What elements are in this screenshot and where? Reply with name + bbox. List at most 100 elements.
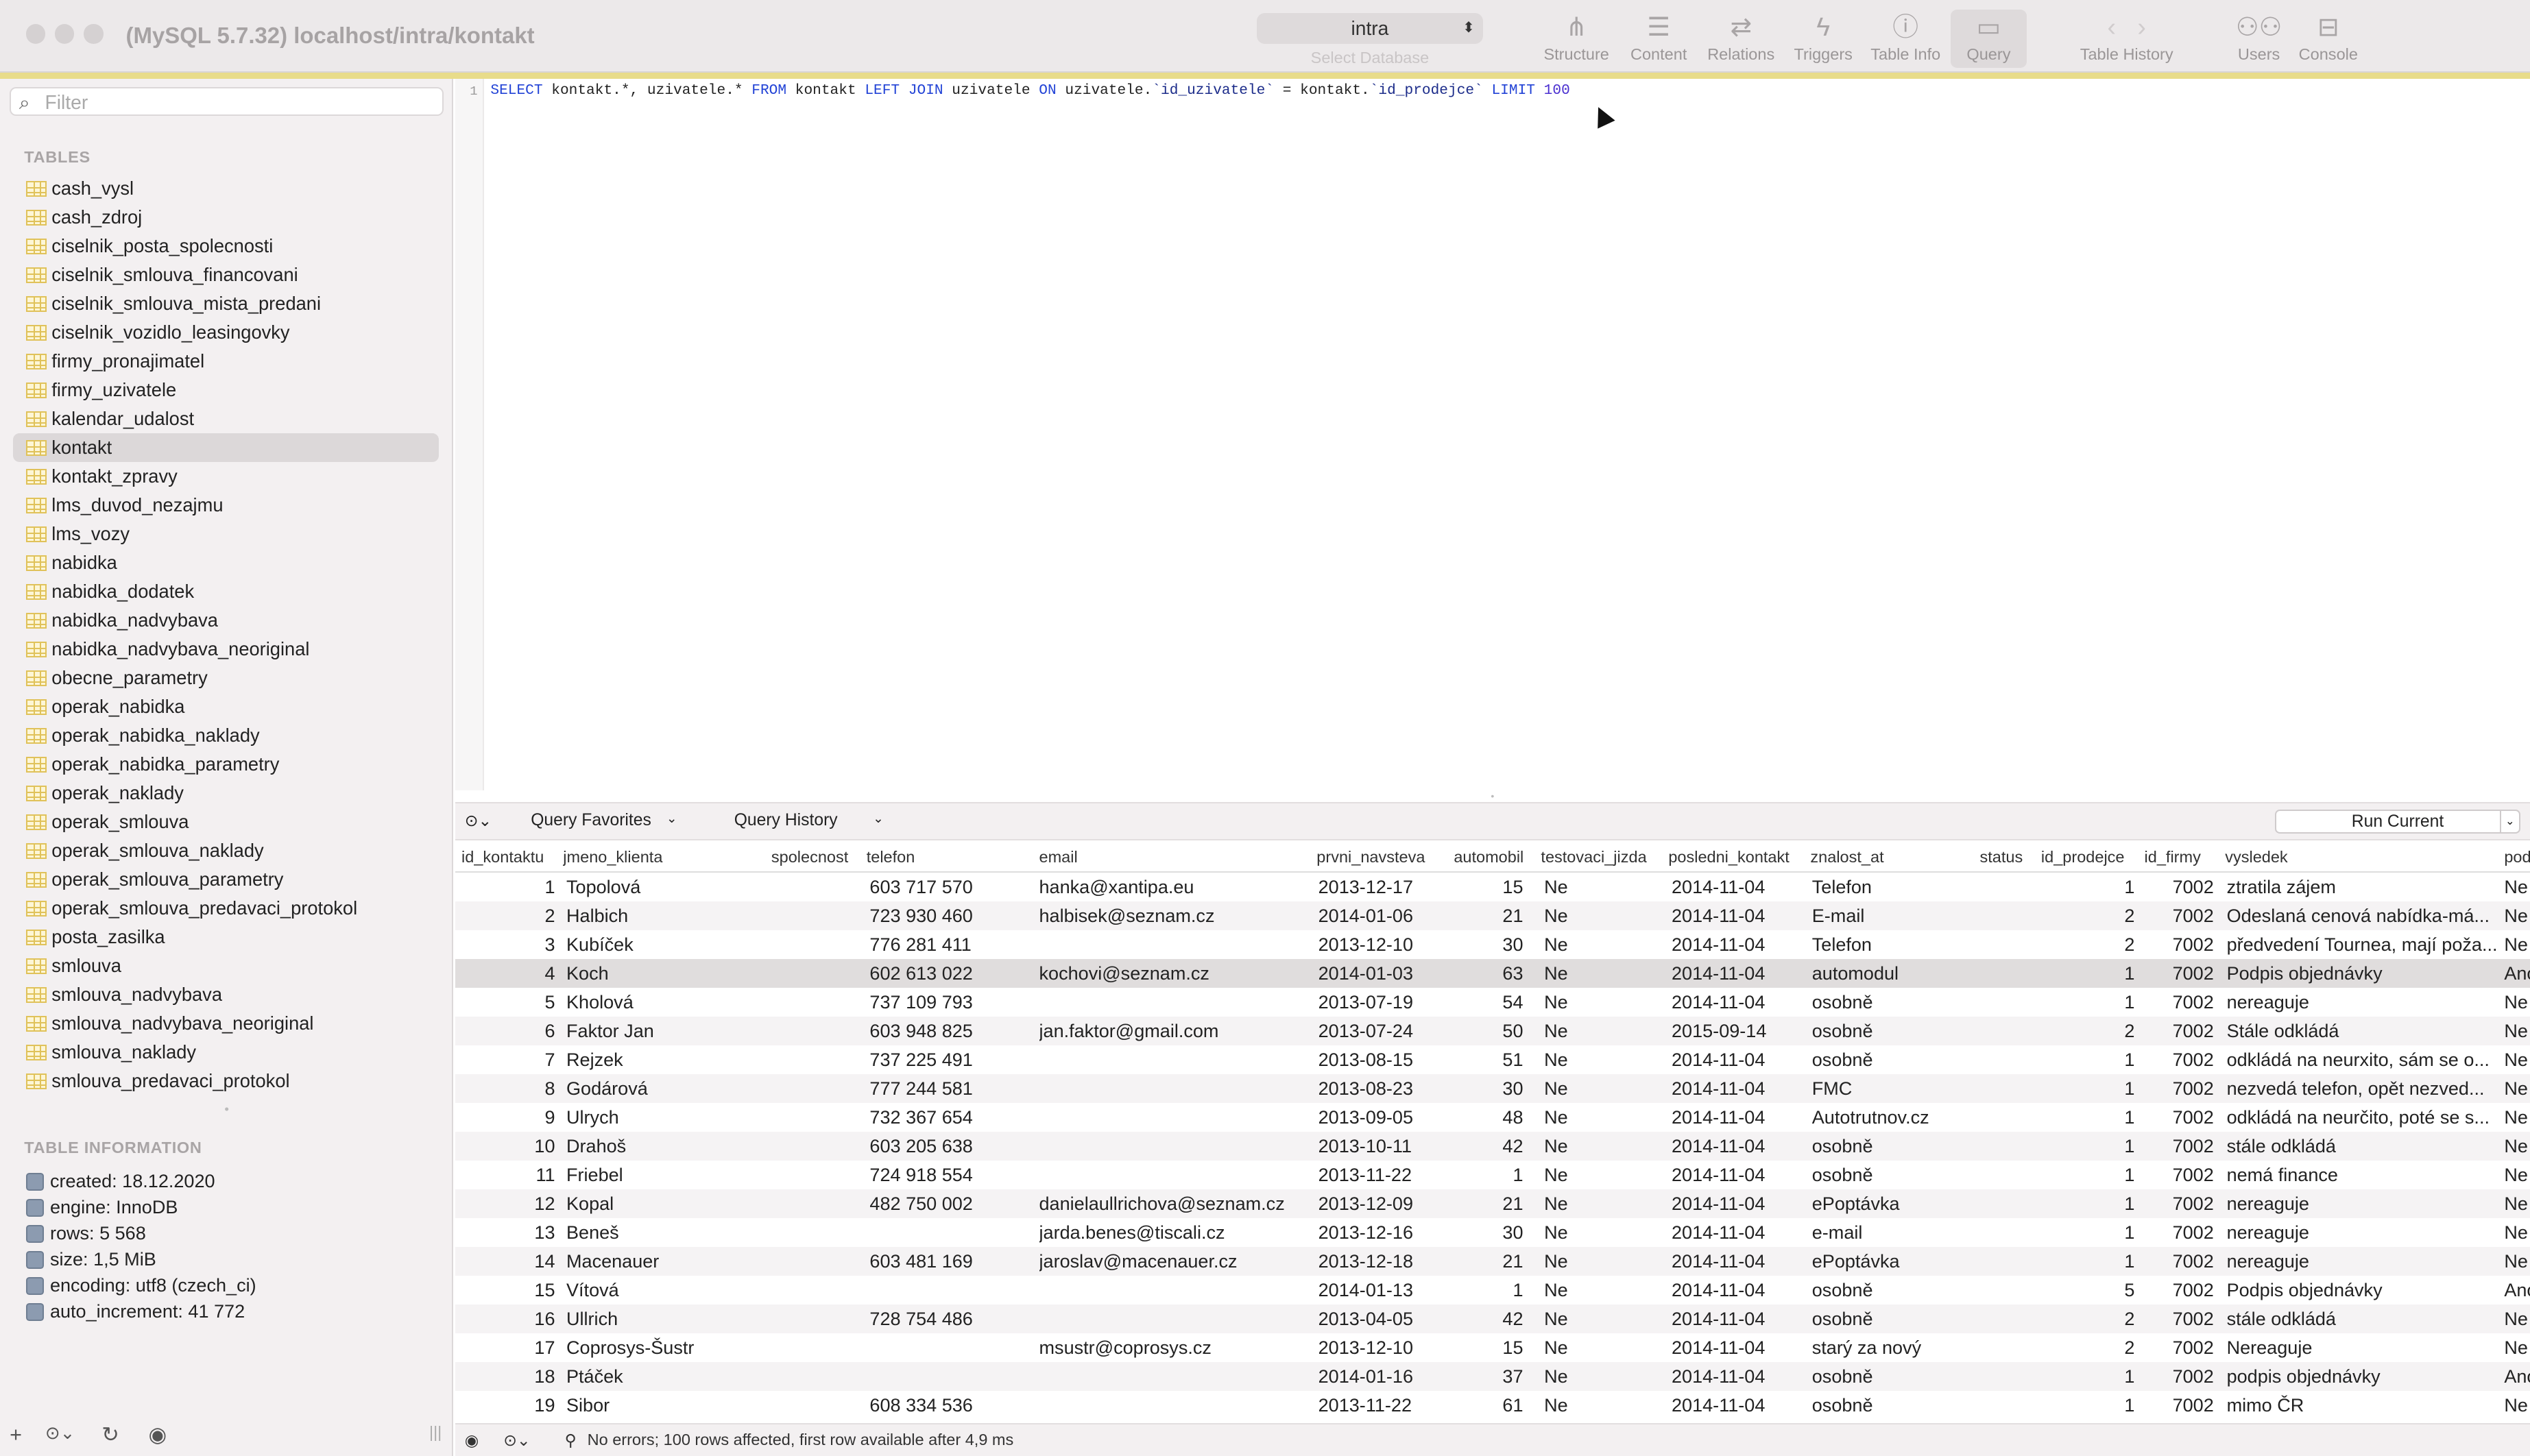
cell-telefon[interactable]: 603 948 825 [869,1017,1035,1045]
filter-input[interactable]: ⌕ Filter [10,87,444,117]
cell-id_firmy[interactable]: 7002 [2145,1333,2214,1362]
cell-id_firmy[interactable]: 7002 [2145,1276,2214,1305]
cell-vysledek[interactable]: Odeslaná cenová nabídka-má... [2227,901,2498,930]
sidebar-splitter[interactable]: • [0,1102,453,1116]
table-row[interactable]: 8 Godárová 777 244 581 2013-08-23 30 Ne 2014-1… [455,1074,2530,1104]
users-button[interactable]: ⚇⚇ Users [2227,10,2291,68]
cell-pod[interactable]: Ne [2504,930,2530,959]
table-row[interactable]: 10 Drahoš 603 205 638 2013-10-11 42 Ne 2014-11… [455,1132,2530,1161]
sidebar-table-item[interactable]: cash_vysl [13,174,439,203]
cell-posledni_kontakt[interactable]: 2014-11-04 [1672,1103,1807,1132]
cell-znalost_at[interactable]: osobně [1812,1017,1973,1045]
cell-posledni_kontakt[interactable]: 2014-11-04 [1672,1161,1807,1189]
cell-jmeno_klienta[interactable]: Topolová [566,873,768,901]
cell-znalost_at[interactable]: starý za nový [1812,1333,1973,1362]
cell-testovaci_jizda[interactable]: Ne [1544,1362,1665,1391]
cell-jmeno_klienta[interactable]: Vítová [566,1276,768,1305]
cell-id_kontaktu[interactable]: 9 [461,1103,555,1132]
cell-testovaci_jizda[interactable]: Ne [1544,873,1665,901]
cell-pod[interactable]: Ne [2504,873,2530,901]
cell-id_firmy[interactable]: 7002 [2145,1132,2214,1161]
cell-automobil[interactable]: 37 [1454,1362,1523,1391]
sidebar-table-item[interactable]: nabidka [13,548,439,577]
resize-handle-icon[interactable]: ||| [429,1423,442,1442]
cell-vysledek[interactable]: podpis objednávky [2227,1362,2498,1391]
table-info-button[interactable]: ⓘ Table Info [1865,10,1946,68]
cell-prvni_navsteva[interactable]: 2014-01-13 [1318,1276,1447,1305]
cell-vysledek[interactable]: nereaguje [2227,1247,2498,1276]
column-header[interactable]: id_kontaktu [461,842,558,873]
sidebar-table-item[interactable]: operak_smlouva_naklady [13,836,439,865]
cell-id_kontaktu[interactable]: 14 [461,1247,555,1276]
cell-posledni_kontakt[interactable]: 2014-11-04 [1672,1247,1807,1276]
cell-id_kontaktu[interactable]: 2 [461,901,555,930]
cell-id_prodejce[interactable]: 5 [2041,1276,2134,1305]
cell-jmeno_klienta[interactable]: Kholová [566,988,768,1017]
table-row[interactable]: 1 Topolová 603 717 570 hanka@xantipa.eu 2013… [455,873,2530,901]
cell-testovaci_jizda[interactable]: Ne [1544,1247,1665,1276]
sidebar-table-item[interactable]: kontakt [12,433,439,463]
cell-id_prodejce[interactable]: 1 [2041,1391,2134,1420]
cell-id_prodejce[interactable]: 1 [2041,1189,2134,1218]
cell-telefon[interactable]: 602 613 022 [869,959,1035,988]
cell-prvni_navsteva[interactable]: 2013-11-22 [1318,1161,1447,1189]
cell-vysledek[interactable]: odkládá na neurxito, sám se o... [2227,1045,2498,1074]
sidebar-table-item[interactable]: cash_zdroj [13,203,439,232]
cell-jmeno_klienta[interactable]: Ulrych [566,1103,768,1132]
cell-id_kontaktu[interactable]: 11 [461,1161,555,1189]
cell-posledni_kontakt[interactable]: 2014-11-04 [1672,1362,1807,1391]
cell-telefon[interactable]: 603 205 638 [869,1132,1035,1161]
sidebar-table-item[interactable]: smlouva_naklady [13,1038,439,1067]
cell-automobil[interactable]: 50 [1454,1017,1523,1045]
cell-testovaci_jizda[interactable]: Ne [1544,930,1665,959]
eye-toggle-icon[interactable]: ◉ [465,1431,479,1450]
cell-id_prodejce[interactable]: 2 [2041,1305,2134,1333]
cell-posledni_kontakt[interactable]: 2014-11-04 [1672,1333,1807,1362]
cell-automobil[interactable]: 30 [1454,930,1523,959]
cell-posledni_kontakt[interactable]: 2014-11-04 [1672,1391,1807,1420]
cell-pod[interactable]: Ne [2504,1247,2530,1276]
cell-posledni_kontakt[interactable]: 2014-11-04 [1672,873,1807,901]
column-header[interactable]: znalost_at [1810,842,1971,873]
sidebar-table-item[interactable]: smlouva_nadvybava [13,980,439,1009]
add-table-icon[interactable]: + [10,1423,22,1447]
cell-id_prodejce[interactable]: 1 [2041,1132,2134,1161]
cell-jmeno_klienta[interactable]: Faktor Jan [566,1017,768,1045]
cell-testovaci_jizda[interactable]: Ne [1544,1333,1665,1362]
column-header[interactable]: prvni_navsteva [1316,842,1445,873]
cell-pod[interactable]: Ne [2504,1161,2530,1189]
cell-telefon[interactable]: 737 225 491 [869,1045,1035,1074]
cell-prvni_navsteva[interactable]: 2013-08-23 [1318,1074,1447,1103]
cell-id_firmy[interactable]: 7002 [2145,1218,2214,1247]
cell-telefon[interactable]: 724 918 554 [869,1161,1035,1189]
cell-vysledek[interactable]: Stále odkládá [2227,1017,2498,1045]
close-window-button[interactable] [25,24,45,44]
cell-znalost_at[interactable]: osobně [1812,1305,1973,1333]
cell-id_firmy[interactable]: 7002 [2145,1074,2214,1103]
cell-znalost_at[interactable]: ePoptávka [1812,1247,1973,1276]
cell-automobil[interactable]: 1 [1454,1276,1523,1305]
cell-posledni_kontakt[interactable]: 2014-11-04 [1672,930,1807,959]
cell-prvni_navsteva[interactable]: 2013-12-16 [1318,1218,1447,1247]
cell-znalost_at[interactable]: ePoptávka [1812,1189,1973,1218]
cell-id_kontaktu[interactable]: 7 [461,1045,555,1074]
cell-id_firmy[interactable]: 7002 [2145,1391,2214,1420]
table-row[interactable]: 7 Rejzek 737 225 491 2013-08-15 51 Ne 2014-11-… [455,1045,2530,1074]
cell-id_prodejce[interactable]: 1 [2041,1161,2134,1189]
table-history-button[interactable]: ‹ › Table History [2072,10,2182,68]
cell-testovaci_jizda[interactable]: Ne [1544,1161,1665,1189]
cell-id_firmy[interactable]: 7002 [2145,1161,2214,1189]
cell-prvni_navsteva[interactable]: 2013-12-10 [1318,1333,1447,1362]
cell-prvni_navsteva[interactable]: 2013-12-10 [1318,930,1447,959]
cell-id_kontaktu[interactable]: 5 [461,988,555,1017]
table-row[interactable]: 16 Ullrich 728 754 486 2013-04-05 42 Ne 2014-1… [455,1305,2530,1334]
cell-telefon[interactable]: 608 334 536 [869,1391,1035,1420]
cell-automobil[interactable]: 42 [1454,1305,1523,1333]
cell-prvni_navsteva[interactable]: 2014-01-06 [1318,901,1447,930]
cell-testovaci_jizda[interactable]: Ne [1544,901,1665,930]
cell-automobil[interactable]: 21 [1454,901,1523,930]
cell-jmeno_klienta[interactable]: Coprosys-Šustr [566,1333,768,1362]
cell-telefon[interactable]: 777 244 581 [869,1074,1035,1103]
column-header[interactable]: telefon [867,842,1033,873]
cell-id_prodejce[interactable]: 1 [2041,959,2134,988]
